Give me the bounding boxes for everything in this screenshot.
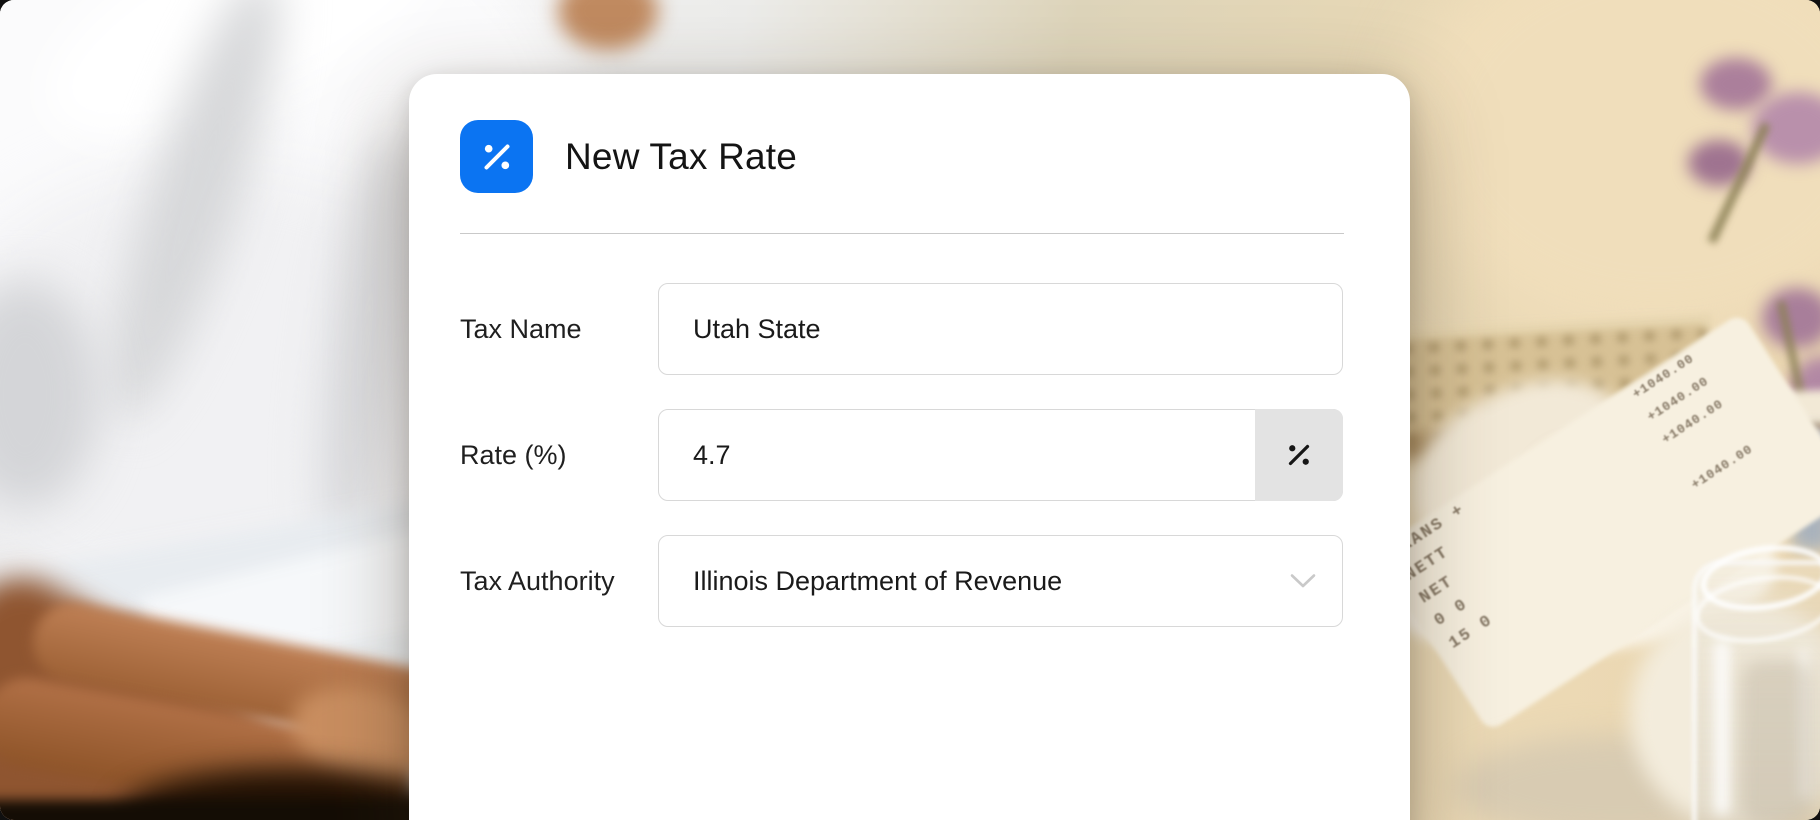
bg-flower-cluster-a1 <box>1700 58 1772 110</box>
new-tax-rate-modal: New Tax Rate Tax Name Rate (%) <box>409 74 1410 820</box>
tax-name-label: Tax Name <box>460 314 658 345</box>
tax-name-row: Tax Name <box>460 283 1343 375</box>
tax-rate-form: Tax Name Rate (%) <box>409 234 1410 627</box>
screenshot-stage: TRANS + +1040.00 NETT +1040.00 NET +1040… <box>0 0 1820 820</box>
percent-icon <box>1282 438 1316 472</box>
percent-icon-glyph <box>476 136 518 178</box>
tax-authority-value: Illinois Department of Revenue <box>659 566 1062 597</box>
rate-label: Rate (%) <box>460 440 658 471</box>
bg-bottom-dark-strip <box>0 800 460 820</box>
tax-authority-select[interactable]: Illinois Department of Revenue <box>658 535 1343 627</box>
tax-authority-label: Tax Authority <box>460 566 658 597</box>
chevron-down-icon[interactable] <box>1290 573 1316 589</box>
bg-jar-inner-shade <box>1742 660 1812 820</box>
rate-input[interactable] <box>659 410 1255 500</box>
modal-header: New Tax Rate <box>409 74 1410 193</box>
percent-addon-button[interactable] <box>1255 409 1343 501</box>
tax-authority-row: Tax Authority Illinois Department of Rev… <box>460 535 1343 627</box>
modal-title: New Tax Rate <box>565 136 797 178</box>
tax-name-field <box>658 283 1343 375</box>
tax-name-input[interactable] <box>659 284 1342 374</box>
rate-field <box>658 409 1343 501</box>
rate-row: Rate (%) <box>460 409 1343 501</box>
bg-jar-highlight <box>1714 640 1730 815</box>
receipt-amount-fragment <box>1733 419 1743 435</box>
percent-icon <box>460 120 533 193</box>
